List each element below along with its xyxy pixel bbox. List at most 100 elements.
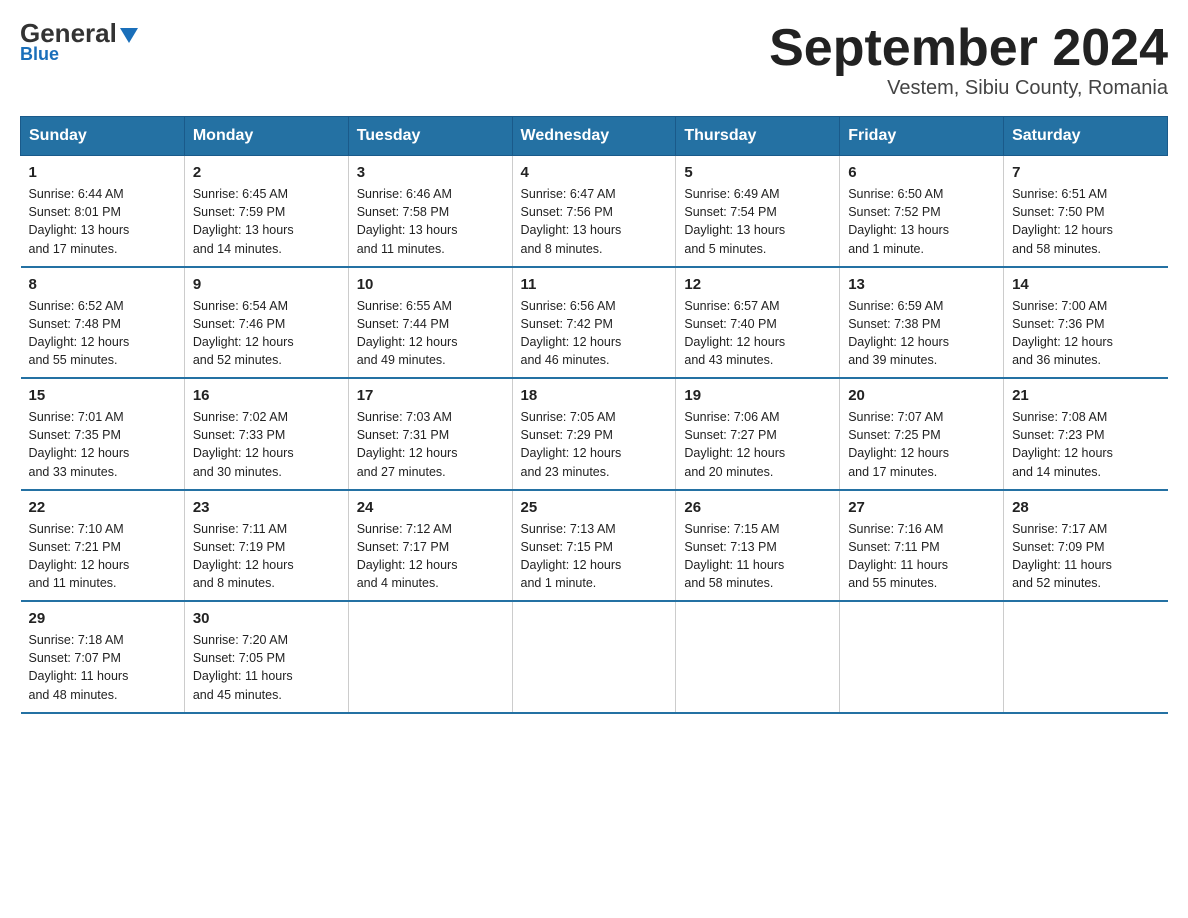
day-info: Sunrise: 6:57 AM Sunset: 7:40 PM Dayligh… bbox=[684, 297, 831, 370]
calendar-cell: 14 Sunrise: 7:00 AM Sunset: 7:36 PM Dayli… bbox=[1004, 267, 1168, 379]
day-info: Sunrise: 7:11 AM Sunset: 7:19 PM Dayligh… bbox=[193, 520, 340, 593]
day-info: Sunrise: 6:59 AM Sunset: 7:38 PM Dayligh… bbox=[848, 297, 995, 370]
day-number: 17 bbox=[357, 387, 504, 404]
day-number: 1 bbox=[29, 164, 176, 181]
calendar-cell: 16Sunrise: 7:02 AM Sunset: 7:33 PM Dayli… bbox=[184, 378, 348, 490]
day-info: Sunrise: 7:12 AM Sunset: 7:17 PM Dayligh… bbox=[357, 520, 504, 593]
day-info: Sunrise: 7:07 AM Sunset: 7:25 PM Dayligh… bbox=[848, 408, 995, 481]
calendar-cell: 21Sunrise: 7:08 AM Sunset: 7:23 PM Dayli… bbox=[1004, 378, 1168, 490]
column-header-thursday: Thursday bbox=[676, 117, 840, 156]
day-number: 5 bbox=[684, 164, 831, 181]
day-info: Sunrise: 7:00 AM Sunset: 7:36 PM Dayligh… bbox=[1012, 297, 1159, 370]
calendar-cell bbox=[1004, 601, 1168, 713]
day-number: 25 bbox=[521, 499, 668, 516]
calendar-cell: 26 Sunrise: 7:15 AM Sunset: 7:13 PM Dayli… bbox=[676, 490, 840, 602]
calendar-week-row: 8 Sunrise: 6:52 AM Sunset: 7:48 PM Daylig… bbox=[21, 267, 1168, 379]
day-info: Sunrise: 7:02 AM Sunset: 7:33 PM Dayligh… bbox=[193, 408, 340, 481]
logo-triangle-icon bbox=[120, 28, 138, 43]
day-info: Sunrise: 7:05 AM Sunset: 7:29 PM Dayligh… bbox=[521, 408, 668, 481]
day-number: 8 bbox=[29, 276, 176, 293]
day-info: Sunrise: 7:06 AM Sunset: 7:27 PM Dayligh… bbox=[684, 408, 831, 481]
day-info: Sunrise: 6:51 AM Sunset: 7:50 PM Dayligh… bbox=[1012, 185, 1159, 258]
day-info: Sunrise: 6:50 AM Sunset: 7:52 PM Dayligh… bbox=[848, 185, 995, 258]
day-number: 19 bbox=[684, 387, 831, 404]
day-info: Sunrise: 6:54 AM Sunset: 7:46 PM Dayligh… bbox=[193, 297, 340, 370]
column-header-saturday: Saturday bbox=[1004, 117, 1168, 156]
calendar-cell: 5Sunrise: 6:49 AM Sunset: 7:54 PM Daylig… bbox=[676, 156, 840, 267]
day-number: 10 bbox=[357, 276, 504, 293]
day-info: Sunrise: 6:46 AM Sunset: 7:58 PM Dayligh… bbox=[357, 185, 504, 258]
calendar-cell: 7Sunrise: 6:51 AM Sunset: 7:50 PM Daylig… bbox=[1004, 156, 1168, 267]
calendar-cell: 1 Sunrise: 6:44 AM Sunset: 8:01 PM Daylig… bbox=[21, 156, 185, 267]
calendar-week-row: 22 Sunrise: 7:10 AM Sunset: 7:21 PM Dayli… bbox=[21, 490, 1168, 602]
day-number: 30 bbox=[193, 610, 340, 627]
calendar-cell: 3 Sunrise: 6:46 AM Sunset: 7:58 PM Daylig… bbox=[348, 156, 512, 267]
calendar-header-row: SundayMondayTuesdayWednesdayThursdayFrid… bbox=[21, 117, 1168, 156]
day-number: 23 bbox=[193, 499, 340, 516]
day-info: Sunrise: 7:08 AM Sunset: 7:23 PM Dayligh… bbox=[1012, 408, 1159, 481]
calendar-week-row: 29 Sunrise: 7:18 AM Sunset: 7:07 PM Dayli… bbox=[21, 601, 1168, 713]
column-header-friday: Friday bbox=[840, 117, 1004, 156]
day-info: Sunrise: 7:03 AM Sunset: 7:31 PM Dayligh… bbox=[357, 408, 504, 481]
day-info: Sunrise: 7:18 AM Sunset: 7:07 PM Dayligh… bbox=[29, 631, 176, 704]
day-number: 18 bbox=[521, 387, 668, 404]
day-info: Sunrise: 6:47 AM Sunset: 7:56 PM Dayligh… bbox=[521, 185, 668, 258]
day-info: Sunrise: 7:13 AM Sunset: 7:15 PM Dayligh… bbox=[521, 520, 668, 593]
calendar-cell: 9 Sunrise: 6:54 AM Sunset: 7:46 PM Daylig… bbox=[184, 267, 348, 379]
calendar-cell: 30 Sunrise: 7:20 AM Sunset: 7:05 PM Dayli… bbox=[184, 601, 348, 713]
logo: General Blue bbox=[20, 20, 138, 65]
day-info: Sunrise: 6:52 AM Sunset: 7:48 PM Dayligh… bbox=[29, 297, 176, 370]
calendar-cell bbox=[512, 601, 676, 713]
day-number: 26 bbox=[684, 499, 831, 516]
day-info: Sunrise: 6:56 AM Sunset: 7:42 PM Dayligh… bbox=[521, 297, 668, 370]
day-info: Sunrise: 6:55 AM Sunset: 7:44 PM Dayligh… bbox=[357, 297, 504, 370]
calendar-cell: 19 Sunrise: 7:06 AM Sunset: 7:27 PM Dayli… bbox=[676, 378, 840, 490]
day-number: 3 bbox=[357, 164, 504, 181]
day-number: 20 bbox=[848, 387, 995, 404]
calendar-cell: 17 Sunrise: 7:03 AM Sunset: 7:31 PM Dayli… bbox=[348, 378, 512, 490]
title-block: September 2024 Vestem, Sibiu County, Rom… bbox=[769, 20, 1168, 100]
day-number: 4 bbox=[521, 164, 668, 181]
calendar-cell bbox=[840, 601, 1004, 713]
calendar-week-row: 15Sunrise: 7:01 AM Sunset: 7:35 PM Dayli… bbox=[21, 378, 1168, 490]
page-subtitle: Vestem, Sibiu County, Romania bbox=[769, 77, 1168, 100]
calendar-cell: 23 Sunrise: 7:11 AM Sunset: 7:19 PM Dayli… bbox=[184, 490, 348, 602]
calendar-cell: 22 Sunrise: 7:10 AM Sunset: 7:21 PM Dayli… bbox=[21, 490, 185, 602]
calendar-cell: 12Sunrise: 6:57 AM Sunset: 7:40 PM Dayli… bbox=[676, 267, 840, 379]
column-header-monday: Monday bbox=[184, 117, 348, 156]
day-number: 14 bbox=[1012, 276, 1159, 293]
calendar-cell: 27Sunrise: 7:16 AM Sunset: 7:11 PM Dayli… bbox=[840, 490, 1004, 602]
calendar-cell: 10 Sunrise: 6:55 AM Sunset: 7:44 PM Dayli… bbox=[348, 267, 512, 379]
calendar-cell: 18 Sunrise: 7:05 AM Sunset: 7:29 PM Dayli… bbox=[512, 378, 676, 490]
calendar-cell: 4 Sunrise: 6:47 AM Sunset: 7:56 PM Daylig… bbox=[512, 156, 676, 267]
calendar-cell: 28 Sunrise: 7:17 AM Sunset: 7:09 PM Dayli… bbox=[1004, 490, 1168, 602]
day-info: Sunrise: 6:45 AM Sunset: 7:59 PM Dayligh… bbox=[193, 185, 340, 258]
calendar-week-row: 1 Sunrise: 6:44 AM Sunset: 8:01 PM Daylig… bbox=[21, 156, 1168, 267]
day-info: Sunrise: 7:17 AM Sunset: 7:09 PM Dayligh… bbox=[1012, 520, 1159, 593]
calendar-cell bbox=[348, 601, 512, 713]
day-info: Sunrise: 7:20 AM Sunset: 7:05 PM Dayligh… bbox=[193, 631, 340, 704]
column-header-sunday: Sunday bbox=[21, 117, 185, 156]
day-number: 13 bbox=[848, 276, 995, 293]
page-header: General Blue September 2024 Vestem, Sibi… bbox=[20, 20, 1168, 100]
logo-blue: Blue bbox=[20, 44, 59, 65]
day-number: 2 bbox=[193, 164, 340, 181]
day-number: 28 bbox=[1012, 499, 1159, 516]
day-number: 9 bbox=[193, 276, 340, 293]
day-number: 29 bbox=[29, 610, 176, 627]
day-number: 6 bbox=[848, 164, 995, 181]
calendar-cell: 6 Sunrise: 6:50 AM Sunset: 7:52 PM Daylig… bbox=[840, 156, 1004, 267]
calendar-cell: 25 Sunrise: 7:13 AM Sunset: 7:15 PM Dayli… bbox=[512, 490, 676, 602]
day-number: 22 bbox=[29, 499, 176, 516]
day-info: Sunrise: 7:15 AM Sunset: 7:13 PM Dayligh… bbox=[684, 520, 831, 593]
day-info: Sunrise: 7:01 AM Sunset: 7:35 PM Dayligh… bbox=[29, 408, 176, 481]
day-info: Sunrise: 6:44 AM Sunset: 8:01 PM Dayligh… bbox=[29, 185, 176, 258]
calendar-cell: 29 Sunrise: 7:18 AM Sunset: 7:07 PM Dayli… bbox=[21, 601, 185, 713]
column-header-tuesday: Tuesday bbox=[348, 117, 512, 156]
calendar-cell bbox=[676, 601, 840, 713]
calendar-cell: 11Sunrise: 6:56 AM Sunset: 7:42 PM Dayli… bbox=[512, 267, 676, 379]
day-number: 27 bbox=[848, 499, 995, 516]
calendar-cell: 15Sunrise: 7:01 AM Sunset: 7:35 PM Dayli… bbox=[21, 378, 185, 490]
day-info: Sunrise: 7:10 AM Sunset: 7:21 PM Dayligh… bbox=[29, 520, 176, 593]
calendar-cell: 13 Sunrise: 6:59 AM Sunset: 7:38 PM Dayli… bbox=[840, 267, 1004, 379]
